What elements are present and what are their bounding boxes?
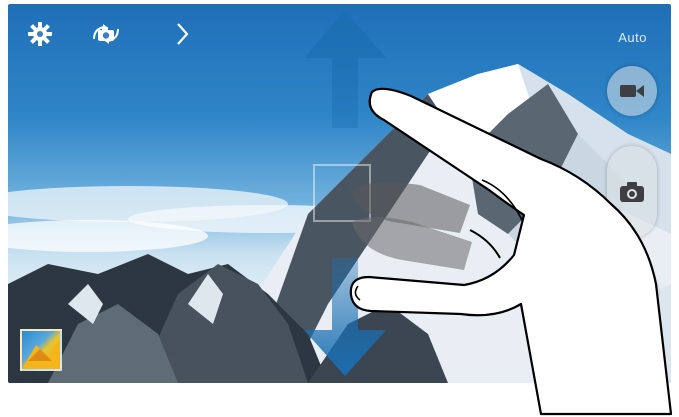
mode-label[interactable]: Auto bbox=[618, 30, 647, 45]
mode-icon bbox=[623, 282, 641, 300]
switch-camera-icon bbox=[93, 24, 119, 44]
focus-frame bbox=[313, 164, 371, 222]
gear-icon bbox=[28, 22, 52, 46]
camera-icon bbox=[620, 182, 644, 202]
record-video-button[interactable] bbox=[607, 66, 657, 116]
shutter-button[interactable] bbox=[607, 146, 657, 238]
mode-button[interactable] bbox=[607, 266, 657, 316]
gallery-thumbnail[interactable] bbox=[20, 329, 62, 371]
expand-menu-button[interactable] bbox=[164, 16, 200, 52]
switch-camera-button[interactable] bbox=[88, 16, 124, 52]
video-camera-icon bbox=[620, 85, 644, 97]
camera-viewfinder[interactable]: Auto bbox=[8, 4, 671, 383]
chevron-right-icon bbox=[177, 23, 189, 45]
thumbnail-image bbox=[22, 339, 60, 369]
settings-button[interactable] bbox=[22, 16, 58, 52]
